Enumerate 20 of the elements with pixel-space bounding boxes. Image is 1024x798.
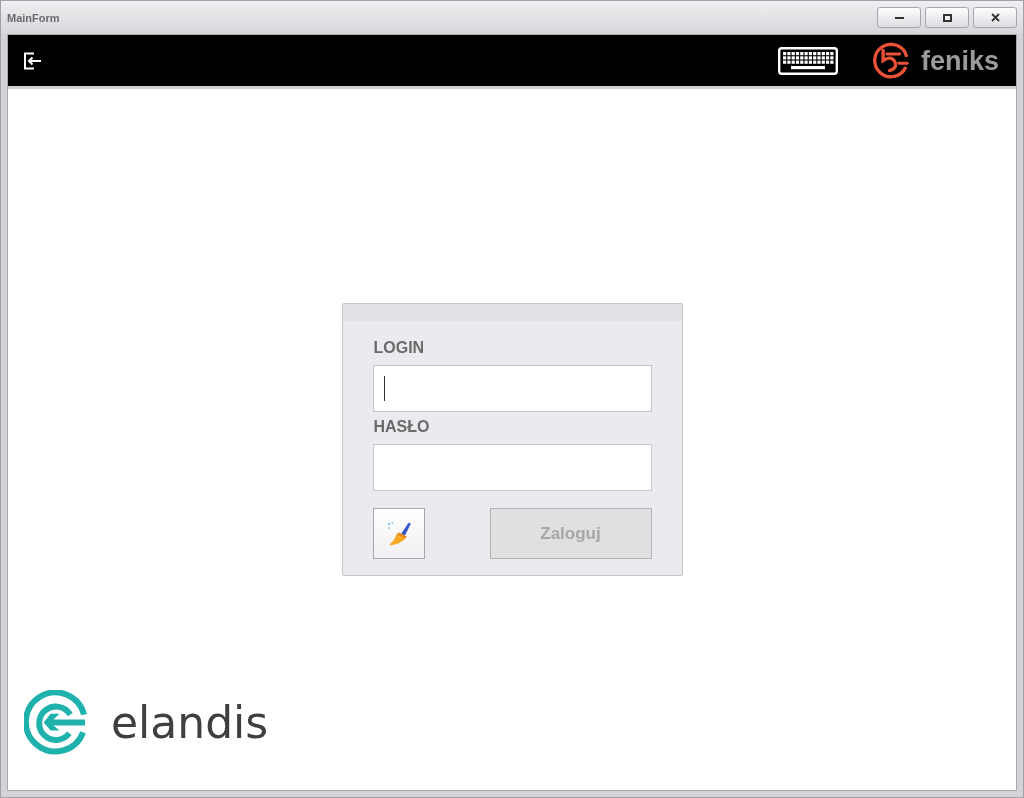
brand-logo-text: elandis [111,697,269,748]
clear-button[interactable] [372,508,425,559]
field-label: HASŁO [373,417,431,437]
minimize-icon [894,16,904,19]
maximize-icon [942,13,952,22]
brand-logo-icon [24,690,87,755]
password-field[interactable] [372,444,652,491]
login-field[interactable] [372,365,652,412]
circle-logo-icon [871,42,909,79]
maximize-button[interactable] [925,7,969,28]
broom-icon [385,520,412,547]
brand-logo-text: feniks [920,44,999,77]
field-label: LOGIN [373,338,426,358]
keyboard-button[interactable] [777,46,838,75]
exit-icon [22,51,42,70]
keyboard-icon [777,46,838,75]
close-icon [990,13,1000,22]
close-button[interactable] [973,7,1017,28]
window-title: MainForm [7,11,60,24]
exit-button[interactable] [22,51,42,70]
